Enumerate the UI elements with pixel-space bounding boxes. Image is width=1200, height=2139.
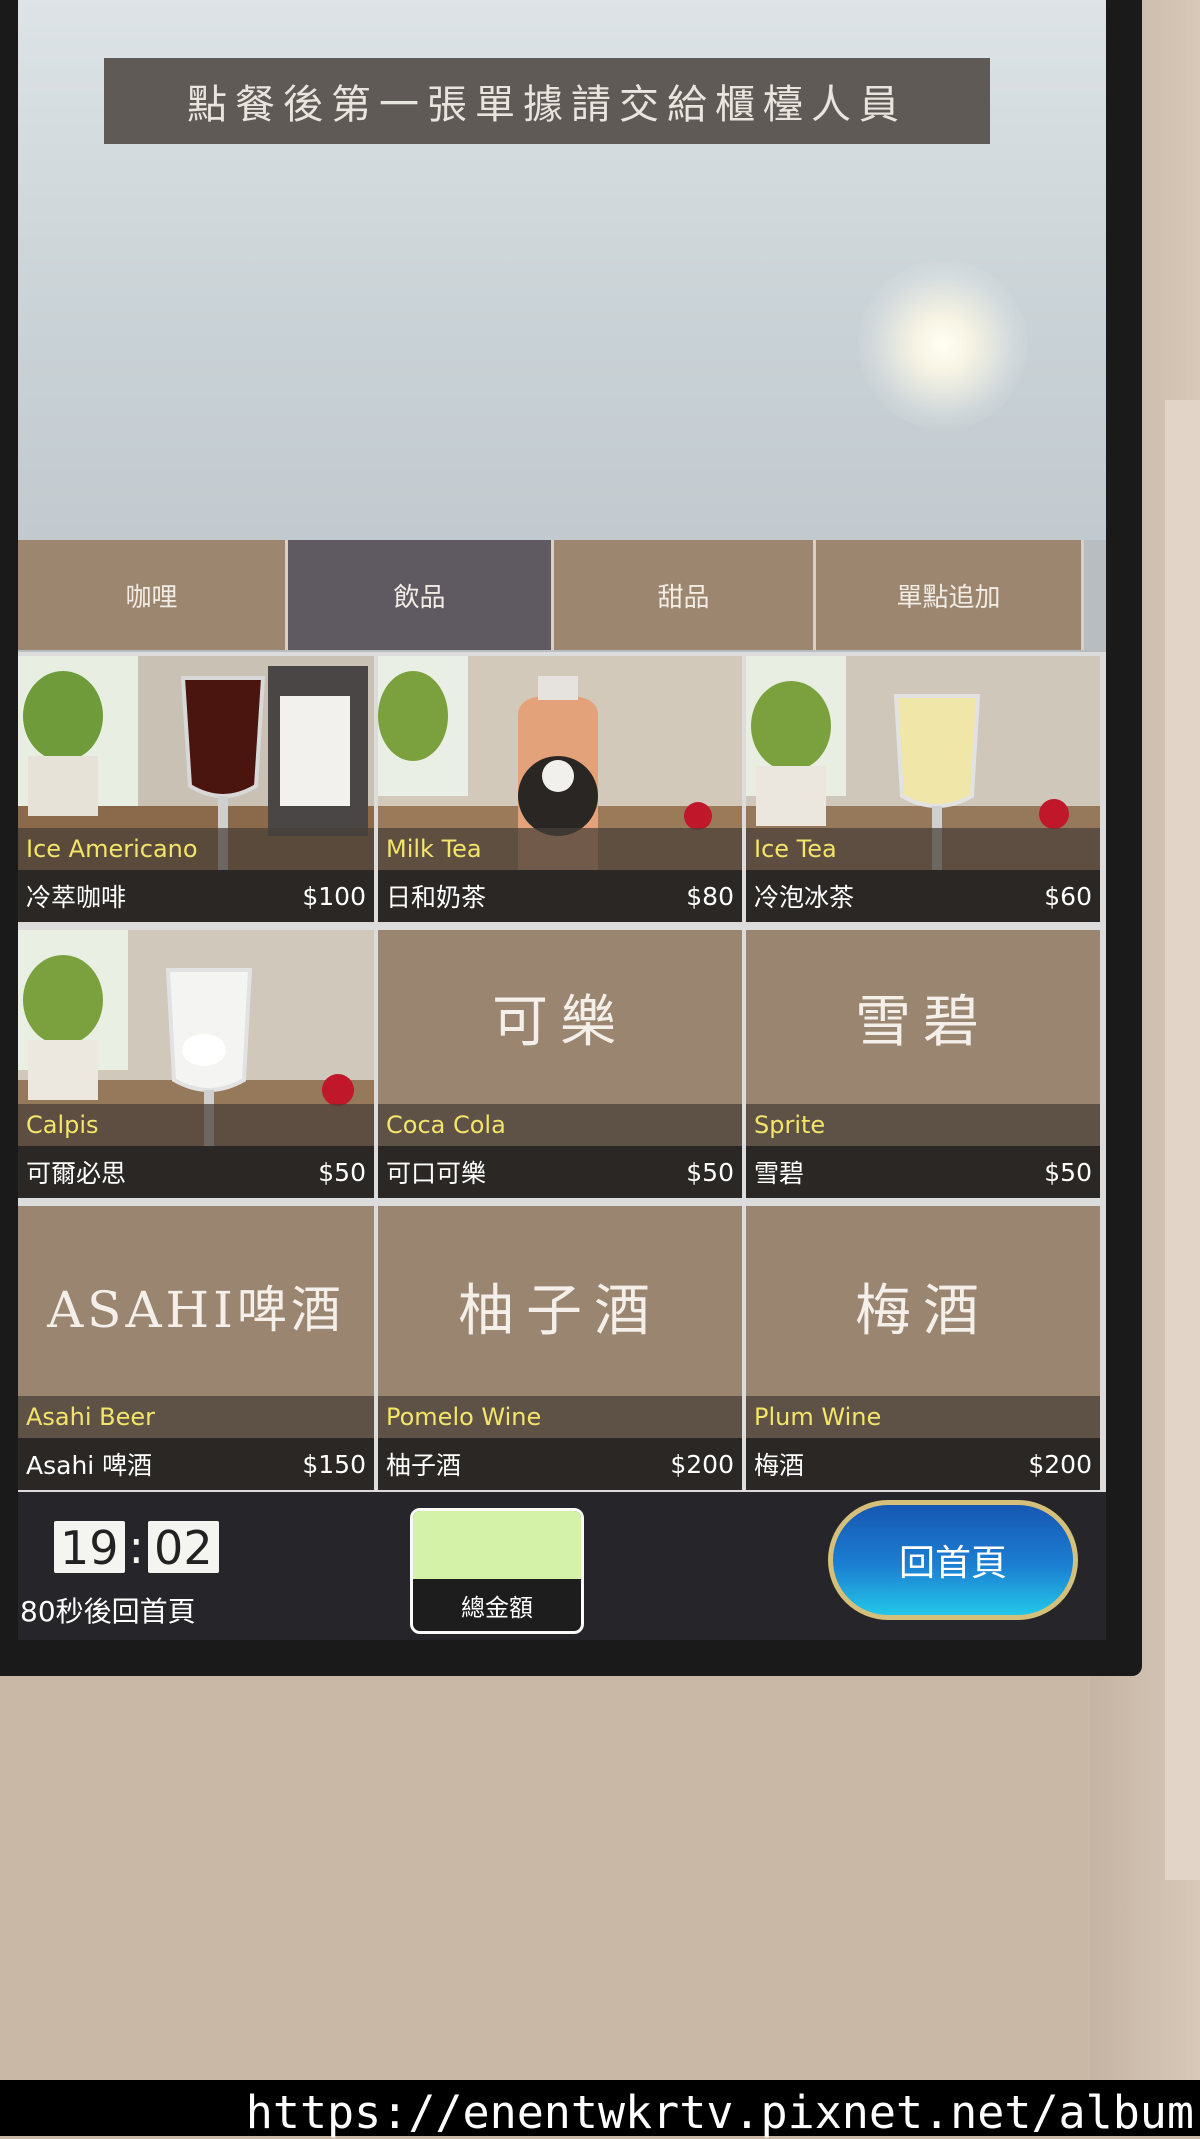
- menu-item-pomelo-wine[interactable]: 柚子酒 Pomelo Wine 柚子酒 $200: [378, 1206, 742, 1490]
- item-chinese-name: 雪碧: [754, 1159, 805, 1188]
- item-bottom-bar: 可口可樂 $50: [378, 1146, 742, 1198]
- item-chinese-name: 可口可樂: [386, 1159, 487, 1188]
- kiosk-side-panel: [1165, 400, 1200, 1880]
- total-amount-box: 總金額: [410, 1508, 584, 1634]
- menu-item-ice-americano[interactable]: Ice Americano 冷萃咖啡 $100: [18, 656, 374, 922]
- item-bottom-bar: 可爾必思 $50: [18, 1146, 374, 1198]
- menu-item-calpis[interactable]: Calpis 可爾必思 $50: [18, 930, 374, 1198]
- item-price: $200: [670, 1449, 734, 1479]
- item-english-name: Calpis: [18, 1104, 374, 1146]
- item-price: $80: [686, 881, 734, 911]
- clock-colon: :: [128, 1520, 145, 1574]
- clock: 19 : 02: [54, 1520, 219, 1575]
- item-chinese-name: 可爾必思: [26, 1159, 127, 1188]
- watermark-url: https://enentwkrtv.pixnet.net/album: [245, 2086, 1194, 2139]
- item-price: $60: [1044, 881, 1092, 911]
- item-chinese-name: 冷萃咖啡: [26, 883, 127, 912]
- item-bottom-bar: Asahi 啤酒 $150: [18, 1438, 374, 1490]
- item-price: $150: [302, 1449, 366, 1479]
- item-price: $50: [318, 1157, 366, 1187]
- item-english-name: Pomelo Wine: [378, 1396, 742, 1438]
- item-bottom-bar: 梅酒 $200: [746, 1438, 1100, 1490]
- item-english-name: Asahi Beer: [18, 1396, 374, 1438]
- menu-item-ice-tea[interactable]: Ice Tea 冷泡冰茶 $60: [746, 656, 1100, 922]
- notice-banner: 點餐後第一張單據請交給櫃檯人員: [104, 58, 990, 144]
- item-display-name: 可樂: [492, 990, 628, 1055]
- item-price: $200: [1028, 1449, 1092, 1479]
- item-chinese-name: Asahi 啤酒: [26, 1451, 153, 1480]
- tab-desserts[interactable]: 甜品: [554, 540, 816, 650]
- tab-drinks[interactable]: 飲品: [288, 540, 554, 650]
- countdown-text: 80秒後回首頁: [20, 1595, 196, 1628]
- item-english-name: Ice Americano: [18, 828, 374, 870]
- total-amount-display: [413, 1511, 581, 1579]
- item-chinese-name: 梅酒: [754, 1451, 805, 1480]
- menu-item-milk-tea[interactable]: Milk Tea 日和奶茶 $80: [378, 656, 742, 922]
- item-display-name: 雪碧: [855, 990, 991, 1055]
- item-price: $50: [686, 1157, 734, 1187]
- menu-item-asahi-beer[interactable]: ASAHI啤酒 Asahi Beer Asahi 啤酒 $150: [18, 1206, 374, 1490]
- item-english-name: Milk Tea: [378, 828, 742, 870]
- item-price: $50: [1044, 1157, 1092, 1187]
- kiosk-screen: 點餐後第一張單據請交給櫃檯人員 咖哩 飲品 甜品 單點追加 Ice Americ…: [18, 0, 1106, 1640]
- clock-minute: 02: [148, 1521, 219, 1575]
- item-english-name: Ice Tea: [746, 828, 1100, 870]
- screen-bezel: 點餐後第一張單據請交給櫃檯人員 咖哩 飲品 甜品 單點追加 Ice Americ…: [0, 0, 1142, 1676]
- bottom-bar: 19 : 02 80秒後回首頁 總金額 回首頁: [18, 1492, 1106, 1640]
- watermark-bar: https://enentwkrtv.pixnet.net/album: [0, 2080, 1200, 2139]
- item-english-name: Plum Wine: [746, 1396, 1100, 1438]
- header-area: 點餐後第一張單據請交給櫃檯人員: [18, 0, 1106, 540]
- item-display-name: 梅酒: [855, 1278, 991, 1344]
- menu-item-plum-wine[interactable]: 梅酒 Plum Wine 梅酒 $200: [746, 1206, 1100, 1490]
- menu-grid: Ice Americano 冷萃咖啡 $100 Milk Tea 日和奶茶 $8…: [18, 652, 1106, 1492]
- tab-curry[interactable]: 咖哩: [18, 540, 288, 650]
- menu-item-coca-cola[interactable]: 可樂 Coca Cola 可口可樂 $50: [378, 930, 742, 1198]
- home-button[interactable]: 回首頁: [828, 1500, 1078, 1620]
- light-glare: [858, 260, 1028, 430]
- item-bottom-bar: 冷萃咖啡 $100: [18, 870, 374, 922]
- item-english-name: Coca Cola: [378, 1104, 742, 1146]
- item-bottom-bar: 日和奶茶 $80: [378, 870, 742, 922]
- item-english-name: Sprite: [746, 1104, 1100, 1146]
- clock-hour: 19: [54, 1521, 125, 1575]
- category-tabs: 咖哩 飲品 甜品 單點追加: [18, 540, 1106, 652]
- item-price: $100: [302, 881, 366, 911]
- item-bottom-bar: 雪碧 $50: [746, 1146, 1100, 1198]
- item-chinese-name: 日和奶茶: [386, 883, 487, 912]
- item-bottom-bar: 柚子酒 $200: [378, 1438, 742, 1490]
- total-amount-label: 總金額: [461, 1593, 533, 1622]
- tab-add-ons[interactable]: 單點追加: [816, 540, 1084, 650]
- item-display-name: ASAHI啤酒: [47, 1281, 345, 1339]
- item-bottom-bar: 冷泡冰茶 $60: [746, 870, 1100, 922]
- item-chinese-name: 冷泡冰茶: [754, 883, 855, 912]
- item-chinese-name: 柚子酒: [386, 1451, 462, 1480]
- item-display-name: 柚子酒: [458, 1278, 662, 1344]
- menu-item-sprite[interactable]: 雪碧 Sprite 雪碧 $50: [746, 930, 1100, 1198]
